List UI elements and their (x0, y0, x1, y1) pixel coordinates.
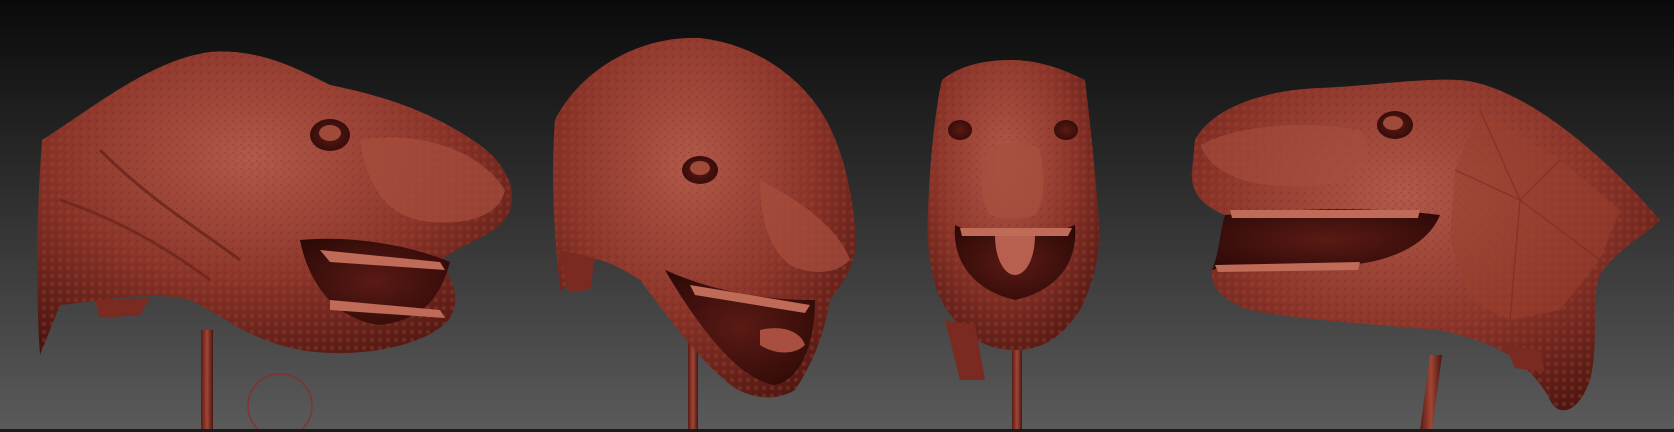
eye-right (1054, 120, 1078, 140)
trex-head-front[interactable] (927, 60, 1100, 430)
brush-cursor-circle (247, 373, 313, 432)
support-rod (1420, 355, 1442, 430)
trex-head-three-quarter-right[interactable] (37, 51, 513, 430)
support-rod (201, 330, 213, 430)
trex-head-side-left[interactable] (1191, 79, 1660, 430)
trex-head-front-three-quarter[interactable] (552, 37, 856, 430)
eye-left (948, 120, 972, 140)
3d-viewport[interactable] (0, 0, 1674, 432)
support-rod (688, 340, 698, 430)
model-scene (37, 37, 1660, 432)
